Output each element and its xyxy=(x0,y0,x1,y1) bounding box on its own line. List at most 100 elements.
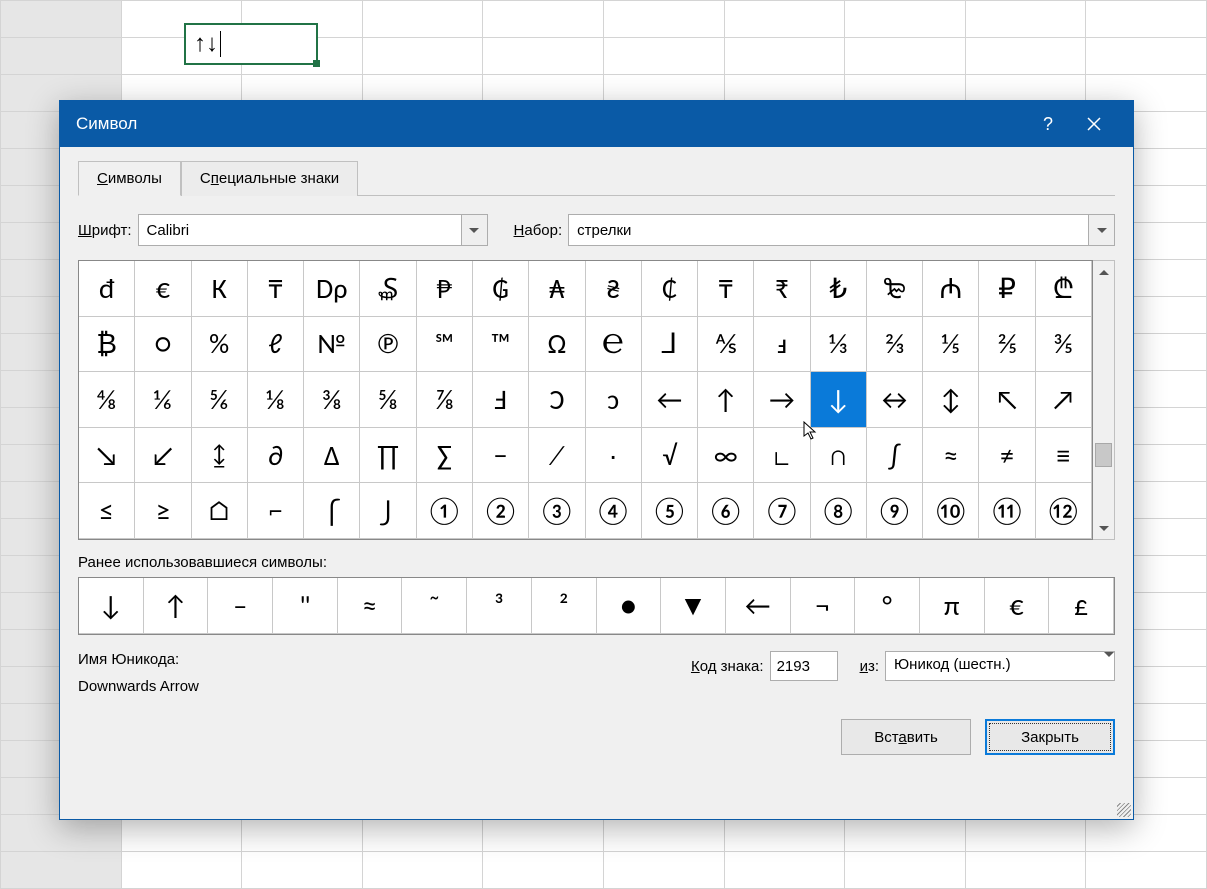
symbol-cell[interactable]: ⅃ xyxy=(642,317,698,373)
symbol-cell[interactable]: ₻ xyxy=(867,261,923,317)
symbol-cell[interactable]: ⅘ xyxy=(79,372,135,428)
symbol-cell[interactable]: ⅜ xyxy=(304,372,360,428)
subset-combo[interactable] xyxy=(568,214,1115,246)
recent-symbol-cell[interactable]: ↓ xyxy=(79,578,144,634)
symbol-cell[interactable]: ⌡ xyxy=(360,483,416,539)
recent-symbol-cell[interactable]: £ xyxy=(1049,578,1114,634)
symbol-cell[interactable]: Dρ xyxy=(304,261,360,317)
symbol-cell[interactable]: ∕ xyxy=(529,428,585,484)
symbol-cell[interactable]: ™ xyxy=(473,317,529,373)
from-dropdown-button[interactable] xyxy=(1104,652,1114,680)
symbol-cell[interactable]: ₹ xyxy=(754,261,810,317)
symbol-cell[interactable]: К xyxy=(192,261,248,317)
symbol-cell[interactable]: ∑ xyxy=(417,428,473,484)
symbol-cell[interactable]: ≠ xyxy=(979,428,1035,484)
symbol-cell[interactable]: ∆ xyxy=(304,428,360,484)
symbol-cell[interactable]: ℓ xyxy=(248,317,304,373)
symbol-cell[interactable]: ⑦ xyxy=(754,483,810,539)
symbol-cell[interactable]: ≤ xyxy=(79,483,135,539)
tab-symbols[interactable]: Символы xyxy=(78,161,181,196)
symbol-cell[interactable]: ∩ xyxy=(811,428,867,484)
recent-symbol-cell[interactable]: ● xyxy=(597,578,662,634)
symbol-cell[interactable]: ⅗ xyxy=(1036,317,1092,373)
symbol-cell[interactable]: ₲ xyxy=(473,261,529,317)
symbol-scrollbar[interactable] xyxy=(1093,260,1115,540)
symbol-cell[interactable]: ↘ xyxy=(79,428,135,484)
symbol-cell[interactable]: ⑩ xyxy=(923,483,979,539)
help-button[interactable]: ? xyxy=(1025,101,1071,147)
recent-symbol-cell[interactable]: € xyxy=(985,578,1050,634)
symbol-cell[interactable]: ⑨ xyxy=(867,483,923,539)
symbol-cell[interactable]: ∫ xyxy=(867,428,923,484)
symbol-cell[interactable]: ₷ xyxy=(360,261,416,317)
symbol-cell[interactable]: Ω xyxy=(529,317,585,373)
subset-input[interactable] xyxy=(569,215,1088,245)
symbol-cell[interactable]: ⅓ xyxy=(811,317,867,373)
symbol-cell[interactable]: ⌠ xyxy=(304,483,360,539)
font-input[interactable] xyxy=(139,215,461,245)
symbol-cell[interactable]: ∙ xyxy=(586,428,642,484)
recent-symbol-cell[interactable]: ³ xyxy=(467,578,532,634)
symbol-cell[interactable]: ⅔ xyxy=(867,317,923,373)
symbol-cell[interactable]: Ↄ xyxy=(529,372,585,428)
scroll-up-button[interactable] xyxy=(1093,261,1114,283)
symbol-cell[interactable]: ↗ xyxy=(1036,372,1092,428)
symbol-cell[interactable]: ₸ xyxy=(248,261,304,317)
symbol-cell[interactable]: ↔ xyxy=(867,372,923,428)
symbol-cell[interactable]: № xyxy=(304,317,360,373)
symbol-cell[interactable]: ⅚ xyxy=(192,372,248,428)
symbol-cell[interactable]: ↨ xyxy=(192,428,248,484)
symbol-cell[interactable]: ₾ xyxy=(1036,261,1092,317)
scroll-down-button[interactable] xyxy=(1093,517,1114,539)
symbol-cell[interactable]: ₼ xyxy=(923,261,979,317)
resize-grip[interactable] xyxy=(1115,801,1133,819)
symbol-cell[interactable]: ④ xyxy=(586,483,642,539)
symbol-cell[interactable]: ↖ xyxy=(979,372,1035,428)
symbol-cell[interactable]: ⌐ xyxy=(248,483,304,539)
recent-symbol-cell[interactable]: ▼ xyxy=(661,578,726,634)
symbol-cell[interactable]: ⅙ xyxy=(135,372,191,428)
symbol-cell[interactable]: ⑧ xyxy=(811,483,867,539)
symbol-cell[interactable]: ③ xyxy=(529,483,585,539)
active-cell[interactable]: ↑↓ xyxy=(184,23,318,65)
symbol-cell[interactable]: ↙ xyxy=(135,428,191,484)
recent-symbol-cell[interactable]: ↑ xyxy=(144,578,209,634)
symbol-cell[interactable]: ₳ xyxy=(529,261,585,317)
recent-symbol-cell[interactable]: ¬ xyxy=(791,578,856,634)
symbol-cell[interactable]: % xyxy=(192,317,248,373)
recent-symbol-cell[interactable]: ˜ xyxy=(402,578,467,634)
recent-symbol-cell[interactable]: " xyxy=(273,578,338,634)
scroll-track[interactable] xyxy=(1093,283,1114,517)
close-button[interactable] xyxy=(1071,101,1117,147)
symbol-cell[interactable]: ₿ xyxy=(79,317,135,373)
tab-special[interactable]: Специальные знаки xyxy=(181,161,358,196)
symbol-cell[interactable]: ∞ xyxy=(698,428,754,484)
symbol-cell[interactable]: ⑤ xyxy=(642,483,698,539)
symbol-cell[interactable]: ⅝ xyxy=(360,372,416,428)
symbol-cell[interactable]: ₱ xyxy=(417,261,473,317)
symbol-cell[interactable]: ⑪ xyxy=(979,483,1035,539)
symbol-cell[interactable]: ⅍ xyxy=(698,317,754,373)
symbol-cell[interactable]: ⌂ xyxy=(192,483,248,539)
recent-symbol-cell[interactable]: ≈ xyxy=(338,578,403,634)
symbol-cell[interactable]: đ xyxy=(79,261,135,317)
symbol-cell[interactable]: ⅛ xyxy=(248,372,304,428)
recent-symbol-cell[interactable]: ° xyxy=(855,578,920,634)
scroll-thumb[interactable] xyxy=(1095,443,1112,467)
symbol-cell[interactable]: √ xyxy=(642,428,698,484)
symbol-cell[interactable]: ∏ xyxy=(360,428,416,484)
symbol-cell[interactable]: ② xyxy=(473,483,529,539)
subset-dropdown-button[interactable] xyxy=(1088,215,1114,245)
font-combo[interactable] xyxy=(138,214,488,246)
symbol-cell[interactable]: ≡ xyxy=(1036,428,1092,484)
symbol-cell[interactable]: ① xyxy=(417,483,473,539)
symbol-cell[interactable]: ℮ xyxy=(586,317,642,373)
recent-symbol-cell[interactable]: ← xyxy=(726,578,791,634)
recent-symbol-cell[interactable]: ² xyxy=(532,578,597,634)
symbol-cell[interactable]: ≈ xyxy=(923,428,979,484)
symbol-cell[interactable]: ≥ xyxy=(135,483,191,539)
symbol-cell[interactable]: − xyxy=(473,428,529,484)
symbol-cell[interactable]: ⅎ xyxy=(754,317,810,373)
symbol-cell[interactable]: ↄ xyxy=(586,372,642,428)
insert-button[interactable]: Вставить xyxy=(841,719,971,755)
